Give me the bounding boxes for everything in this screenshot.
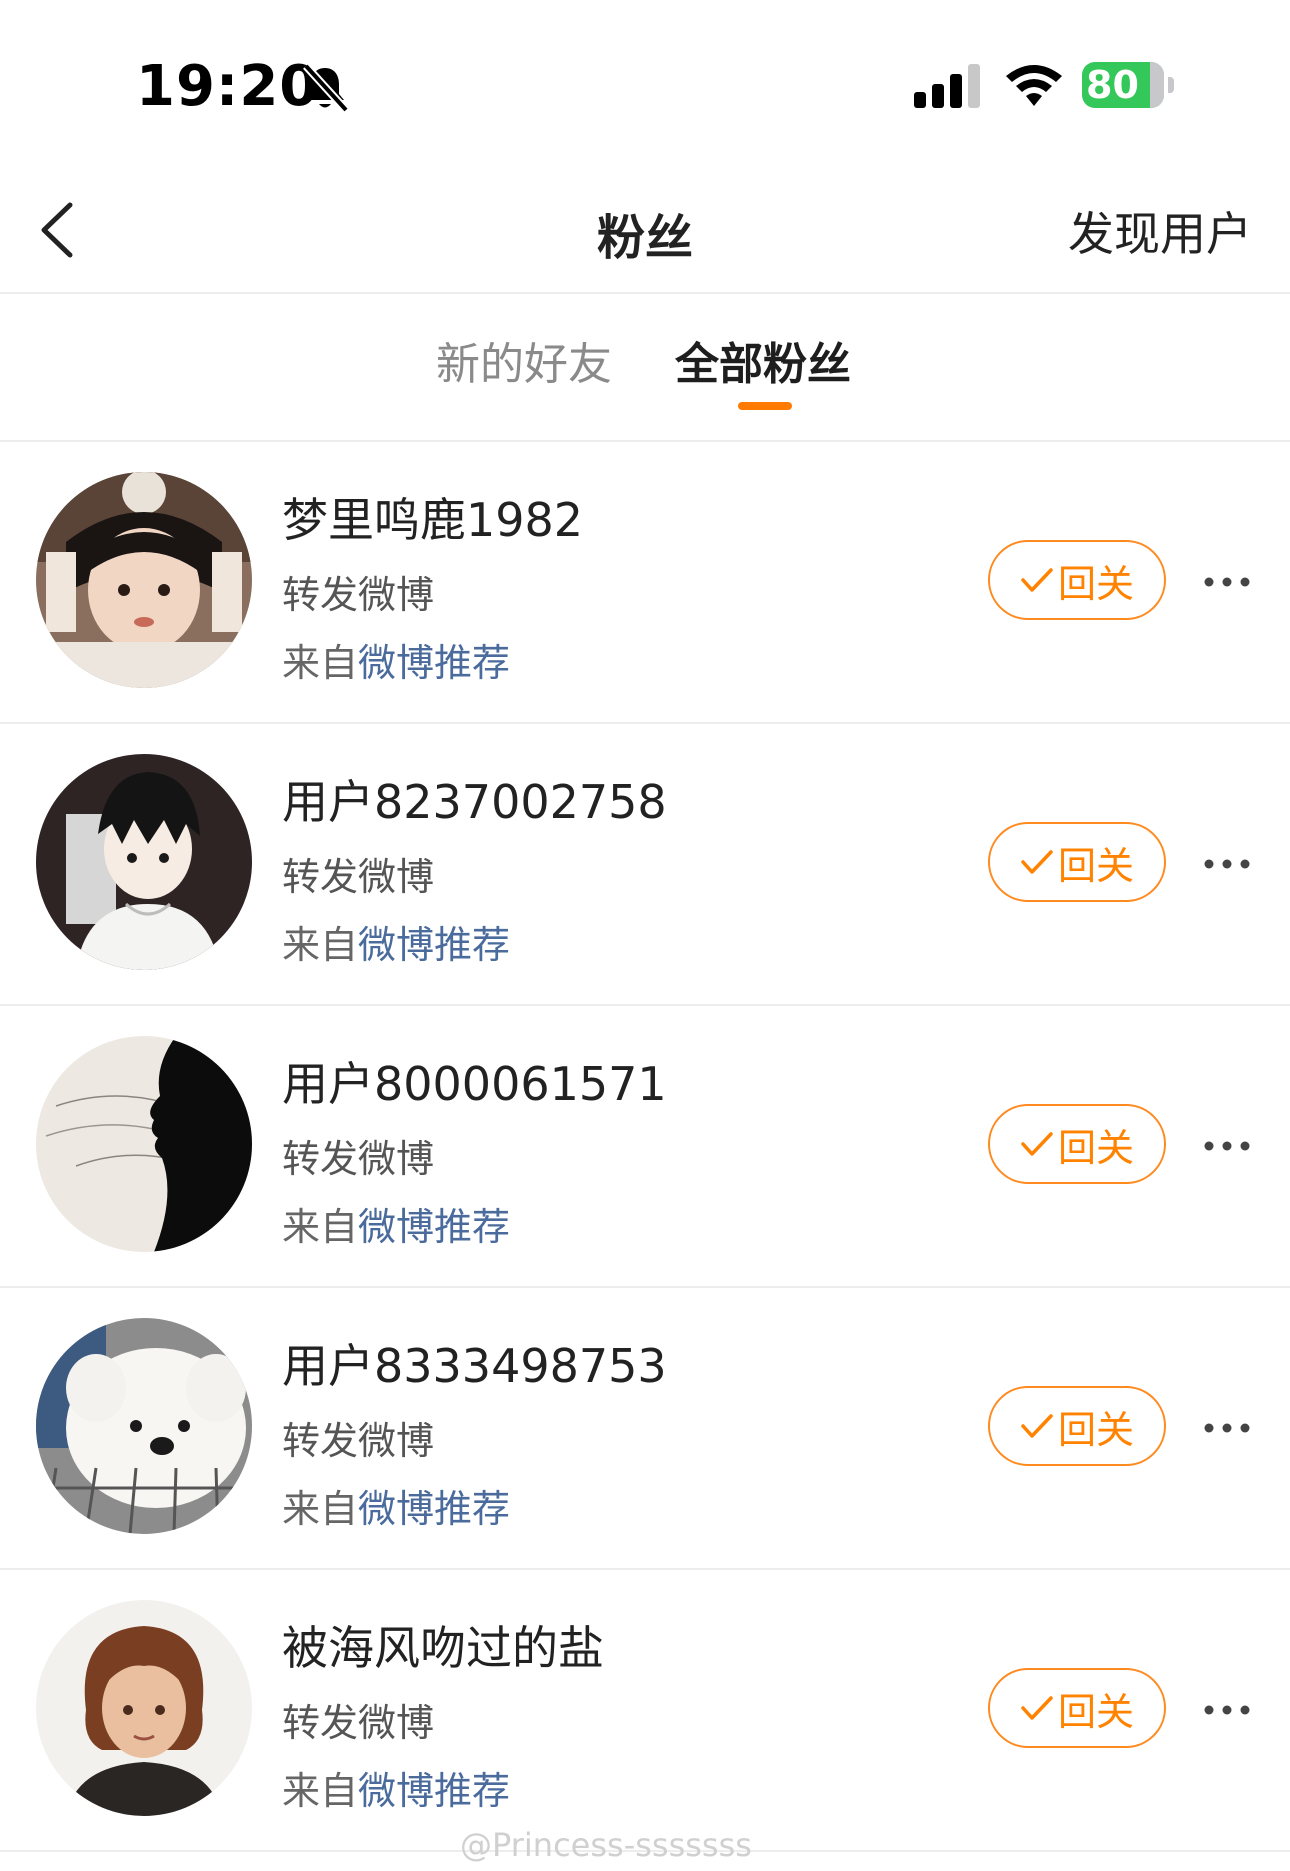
discover-users-button[interactable]: 发现用户 — [1068, 198, 1252, 264]
more-options-icon[interactable] — [1202, 834, 1252, 894]
fan-row[interactable]: 用户8000061571 转发微博 来自微博推荐 回关 — [0, 1006, 1290, 1288]
source-link[interactable]: 微博推荐 — [358, 923, 510, 967]
check-icon — [1021, 1414, 1053, 1438]
check-icon — [1021, 1696, 1053, 1720]
more-options-icon[interactable] — [1202, 552, 1252, 612]
fan-name[interactable]: 用户8000061571 — [282, 1048, 667, 1114]
fan-source: 来自微博推荐 — [282, 1487, 511, 1531]
fan-name[interactable]: 用户8237002758 — [282, 766, 667, 832]
watermark-text: @Princess-sssssss — [460, 1826, 752, 1864]
tab-all-fans[interactable]: 全部粉丝 — [675, 328, 851, 392]
status-time: 19:20 — [136, 54, 320, 119]
fan-action: 转发微博 — [282, 855, 435, 899]
more-options-icon[interactable] — [1202, 1116, 1252, 1176]
source-link[interactable]: 微博推荐 — [358, 1487, 510, 1531]
source-link[interactable]: 微博推荐 — [358, 1769, 510, 1813]
tab-bar: 新的好友 全部粉丝 — [0, 294, 1290, 442]
nav-header: 粉丝 发现用户 — [0, 170, 1290, 294]
battery-level: 80 — [1086, 63, 1139, 107]
fan-action: 转发微博 — [282, 1137, 435, 1181]
fan-name[interactable]: 梦里鸣鹿1982 — [282, 484, 583, 550]
fan-action: 转发微博 — [282, 573, 435, 617]
follow-back-button[interactable]: 回关 — [988, 540, 1166, 620]
battery-indicator: 80 — [1082, 62, 1178, 110]
fan-source: 来自微博推荐 — [282, 1205, 511, 1249]
follow-back-button[interactable]: 回关 — [988, 822, 1166, 902]
status-bar: 19:20 80 — [0, 0, 1290, 170]
tab-new-friends[interactable]: 新的好友 — [436, 328, 612, 392]
source-link[interactable]: 微博推荐 — [358, 1205, 510, 1249]
check-icon — [1021, 850, 1053, 874]
more-options-icon[interactable] — [1202, 1398, 1252, 1458]
more-options-icon[interactable] — [1202, 1680, 1252, 1740]
avatar[interactable] — [36, 1318, 252, 1534]
fan-action: 转发微博 — [282, 1419, 435, 1463]
fan-list: 梦里鸣鹿1982 转发微博 来自微博推荐 回关 用户8237002758 转发微… — [0, 442, 1290, 1852]
fan-row[interactable]: 用户8333498753 转发微博 来自微博推荐 回关 — [0, 1288, 1290, 1570]
fan-source: 来自微博推荐 — [282, 923, 511, 967]
avatar[interactable] — [36, 472, 252, 688]
fan-source: 来自微博推荐 — [282, 1769, 511, 1813]
fan-row[interactable]: 被海风吻过的盐 转发微博 来自微博推荐 回关 — [0, 1570, 1290, 1852]
fan-row[interactable]: 梦里鸣鹿1982 转发微博 来自微博推荐 回关 — [0, 442, 1290, 724]
fan-name[interactable]: 用户8333498753 — [282, 1330, 667, 1396]
follow-back-button[interactable]: 回关 — [988, 1386, 1166, 1466]
tab-active-indicator — [738, 402, 792, 410]
source-link[interactable]: 微博推荐 — [358, 641, 510, 685]
fan-row[interactable]: 用户8237002758 转发微博 来自微博推荐 回关 — [0, 724, 1290, 1006]
fan-action: 转发微博 — [282, 1701, 435, 1745]
avatar[interactable] — [36, 1600, 252, 1816]
wifi-icon — [1006, 65, 1062, 106]
check-icon — [1021, 568, 1053, 592]
follow-back-button[interactable]: 回关 — [988, 1104, 1166, 1184]
avatar[interactable] — [36, 754, 252, 970]
fan-source: 来自微博推荐 — [282, 641, 511, 685]
check-icon — [1021, 1132, 1053, 1156]
avatar[interactable] — [36, 1036, 252, 1252]
fan-name[interactable]: 被海风吻过的盐 — [282, 1612, 604, 1678]
cellular-signal-icon — [914, 64, 980, 108]
bell-muted-icon — [303, 63, 349, 113]
follow-back-button[interactable]: 回关 — [988, 1668, 1166, 1748]
